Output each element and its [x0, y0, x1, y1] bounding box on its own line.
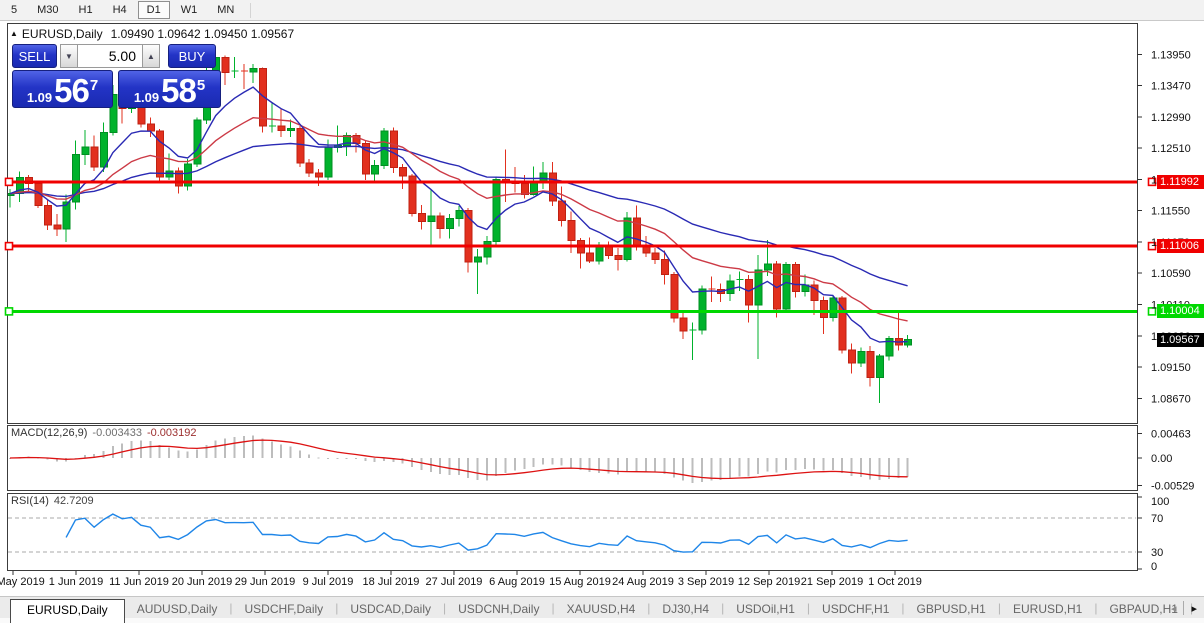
timeframe-button-m30[interactable]: M30 — [28, 1, 67, 19]
svg-text:20 Jun 2019: 20 Jun 2019 — [172, 576, 233, 588]
buy-button[interactable]: BUY — [168, 44, 216, 68]
timeframe-button-w1[interactable]: W1 — [172, 1, 207, 19]
svg-text:15 Aug 2019: 15 Aug 2019 — [549, 576, 611, 588]
svg-text:12 Sep 2019: 12 Sep 2019 — [738, 576, 800, 588]
tab-usdcnh-daily[interactable]: USDCNH,Daily — [446, 599, 551, 623]
svg-text:1.13950: 1.13950 — [1151, 49, 1191, 61]
svg-text:27 Jul 2019: 27 Jul 2019 — [426, 576, 483, 588]
svg-text:0.00: 0.00 — [1151, 453, 1172, 465]
timeframe-button-5[interactable]: 5 — [2, 1, 26, 19]
buy-price-big: 58 — [161, 72, 197, 109]
buy-price-pip: 5 — [196, 77, 206, 94]
svg-text:23 May 2019: 23 May 2019 — [0, 576, 45, 588]
tab-usdchf-h1[interactable]: USDCHF,H1 — [810, 599, 901, 623]
horizontal-lines-layer[interactable] — [4, 177, 1157, 316]
volume-increase-button[interactable]: ▲ — [142, 44, 160, 68]
svg-text:0: 0 — [1151, 561, 1157, 573]
svg-text:30: 30 — [1151, 547, 1163, 559]
mt4-window: 5 M30 H1 H4 D1 W1 MN 1.13950 1.13470 1.12990 1.12… — [0, 0, 1204, 623]
tabs-scroll-divider — [1183, 601, 1185, 615]
svg-text:18 Jul 2019: 18 Jul 2019 — [363, 576, 420, 588]
tabs-scroll-right-icon[interactable]: ▸ — [1186, 602, 1202, 615]
toolbar-separator — [250, 2, 252, 18]
chart-ohlc-values: 1.09490 1.09642 1.09450 1.09567 — [110, 27, 295, 41]
sell-button[interactable]: SELL — [12, 44, 57, 68]
macd-indicator-label: MACD(12,26,9) -0.003433 -0.003192 — [11, 427, 197, 439]
svg-text:21 Sep 2019: 21 Sep 2019 — [801, 576, 863, 588]
svg-text:1.09150: 1.09150 — [1151, 362, 1191, 374]
tab-eurusd-daily[interactable]: EURUSD,Daily — [10, 599, 125, 623]
chevron-up-icon: ▲ — [147, 51, 155, 61]
tab-eurusd-h1[interactable]: EURUSD,H1 — [1001, 599, 1094, 623]
chart-tabs-bar: EURUSD,Daily AUDUSD,Daily | USDCHF,Daily | US… — [0, 596, 1204, 623]
svg-text:1.11550: 1.11550 — [1151, 206, 1190, 218]
rsi-indicator-label: RSI(14) 42.7209 — [11, 495, 94, 507]
timeframe-button-d1[interactable]: D1 — [137, 1, 170, 19]
timeframe-button-h4[interactable]: H4 — [104, 1, 136, 19]
chart-symbol-label: EURUSD,Daily — [21, 27, 103, 41]
svg-text:1 Oct 2019: 1 Oct 2019 — [868, 576, 922, 588]
sell-price-big: 56 — [54, 72, 90, 109]
tab-usdcad-daily[interactable]: USDCAD,Daily — [338, 599, 443, 623]
tab-gbpusd-h1[interactable]: GBPUSD,H1 — [905, 599, 998, 623]
svg-text:1.13470: 1.13470 — [1151, 81, 1191, 93]
svg-text:11 Jun 2019: 11 Jun 2019 — [109, 576, 169, 588]
volume-stepper: ▼ 5.00 ▲ — [60, 44, 160, 68]
rsi-name: RSI(14) — [11, 495, 49, 507]
macd-main-value: -0.003433 — [92, 427, 142, 439]
buy-price-button[interactable]: 1.09 58 5 — [118, 70, 221, 109]
chart-title: ▲ EURUSD,Daily 1.09490 1.09642 1.09450 1.0… — [10, 27, 294, 41]
line-price-tag: 1.11006 — [1157, 239, 1204, 254]
sell-price-button[interactable]: 1.09 56 7 — [12, 70, 113, 109]
macd-pane — [9, 435, 909, 483]
svg-text:70: 70 — [1151, 513, 1163, 525]
svg-text:1.12510: 1.12510 — [1151, 143, 1191, 155]
timeframe-button-h1[interactable]: H1 — [70, 1, 102, 19]
chevron-down-icon: ▼ — [65, 51, 73, 61]
hline-handle — [4, 241, 14, 251]
macd-name: MACD(12,26,9) — [11, 427, 88, 439]
svg-text:1.08670: 1.08670 — [1151, 393, 1191, 405]
svg-text:29 Jun 2019: 29 Jun 2019 — [235, 576, 296, 588]
rsi-value: 42.7209 — [53, 495, 94, 507]
tab-audusd-daily[interactable]: AUDUSD,Daily — [125, 599, 230, 623]
tab-xauusd-h4[interactable]: XAUUSD,H4 — [555, 599, 648, 623]
hline-handle — [4, 307, 14, 316]
tabs-scroll-left-icon[interactable]: ◂ — [1166, 602, 1182, 615]
svg-text:100: 100 — [1151, 496, 1169, 508]
rsi-pane — [8, 513, 1136, 553]
sell-price-prefix: 1.09 — [26, 90, 53, 105]
volume-input[interactable]: 5.00 — [78, 44, 142, 68]
line-price-tag: 1.11992 — [1157, 174, 1204, 189]
svg-text:1.10590: 1.10590 — [1151, 268, 1191, 280]
tabs-holder: EURUSD,Daily AUDUSD,Daily | USDCHF,Daily | US… — [0, 597, 1204, 623]
svg-text:1 Jun 2019: 1 Jun 2019 — [49, 576, 103, 588]
one-click-trading-panel: SELL ▼ 5.00 ▲ BUY 1.09 56 7 1.09 58 5 — [12, 44, 222, 109]
line-price-tag: 1.10004 — [1157, 304, 1204, 319]
tab-usdchf-daily[interactable]: USDCHF,Daily — [233, 599, 336, 623]
volume-decrease-button[interactable]: ▼ — [60, 44, 78, 68]
timeframe-toolbar: 5 M30 H1 H4 D1 W1 MN — [0, 0, 1204, 21]
tab-dj30-h4[interactable]: DJ30,H4 — [650, 599, 721, 623]
buy-price-prefix: 1.09 — [133, 90, 160, 105]
svg-text:6 Aug 2019: 6 Aug 2019 — [489, 576, 545, 588]
svg-text:0.00463: 0.00463 — [1151, 429, 1191, 441]
svg-text:9 Jul 2019: 9 Jul 2019 — [303, 576, 354, 588]
svg-text:3 Sep 2019: 3 Sep 2019 — [678, 576, 734, 588]
svg-text:-0.00529: -0.00529 — [1151, 481, 1194, 493]
current-price-tag: 1.09567 — [1157, 332, 1204, 347]
collapse-panel-icon[interactable]: ▲ — [10, 29, 18, 38]
hline-handle — [4, 177, 14, 187]
macd-signal-value: -0.003192 — [146, 427, 197, 439]
svg-text:1.12990: 1.12990 — [1151, 112, 1191, 124]
tabs-scroll-controls: ◂ ▸ — [1166, 601, 1202, 615]
tab-usdoil-h1[interactable]: USDOil,H1 — [724, 599, 807, 623]
chart-window: 1.139501.134701.129901.125101.120301.115… — [0, 22, 1204, 596]
sell-price-pip: 7 — [89, 77, 99, 94]
axes-labels: 1.139501.134701.129901.125101.120301.115… — [0, 49, 1194, 588]
timeframe-button-mn[interactable]: MN — [208, 1, 243, 19]
svg-text:24 Aug 2019: 24 Aug 2019 — [612, 576, 674, 588]
